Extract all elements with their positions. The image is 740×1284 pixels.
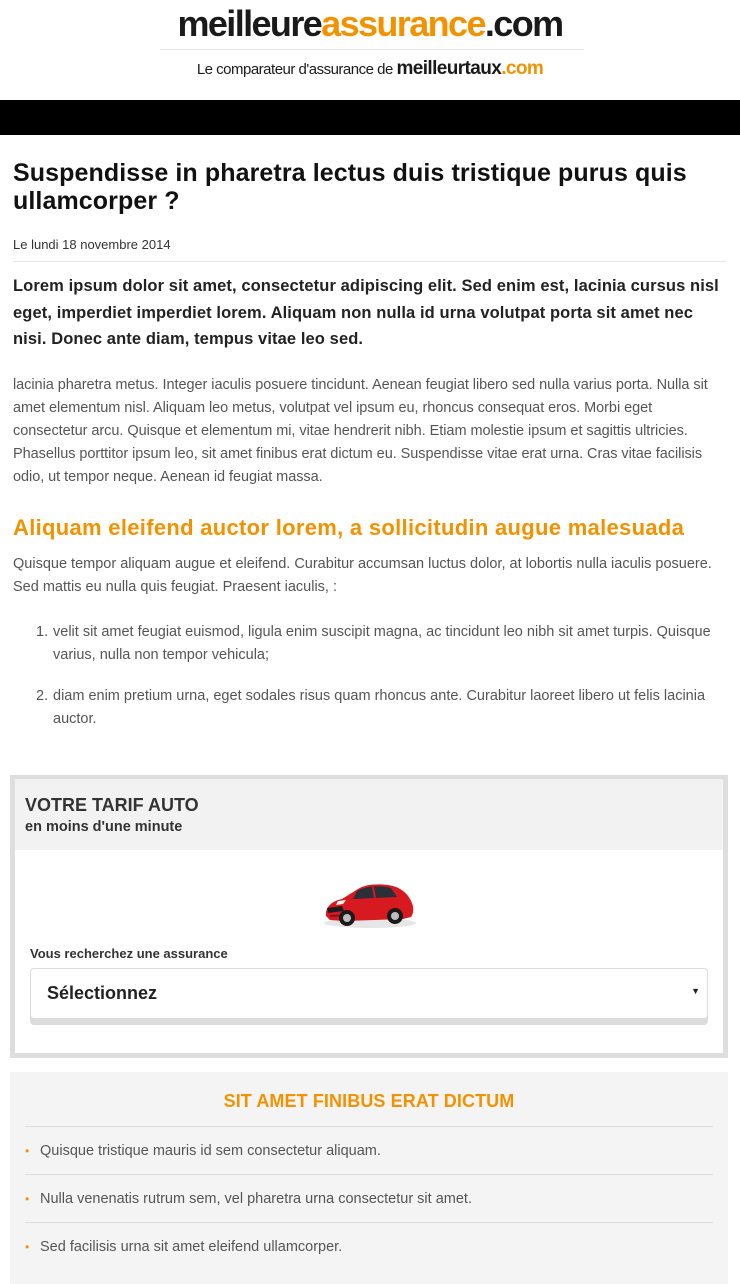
list-item-text: diam enim pretium urna, eget sodales ris… — [53, 687, 706, 727]
tarif-title: VOTRE TARIF AUTO — [25, 795, 199, 815]
tarif-widget: VOTRE TARIF AUTO en moins d'une minute V… — [10, 775, 728, 1058]
list-number: 2. — [36, 687, 49, 704]
bullet-icon: • — [25, 1144, 30, 1158]
list-item: • Nulla venenatis rutrum sem, vel pharetr… — [25, 1175, 713, 1223]
insurance-type-label: Vous recherchez une assurance — [30, 946, 228, 961]
list-item-text: Quisque tristique mauris id sem consecte… — [40, 1143, 381, 1159]
list-item: 2. diam enim pretium urna, eget sodales r… — [36, 685, 726, 731]
list-item: 1. velit sit amet feugiat euismod, ligula… — [36, 621, 726, 667]
insurance-type-select[interactable]: Sélectionnez ▼ — [30, 968, 708, 1019]
ordered-list: 1. velit sit amet feugiat euismod, ligula… — [13, 621, 726, 731]
list-item-text: velit sit amet feugiat euismod, ligula e… — [53, 623, 711, 663]
info-box-list: • Quisque tristique mauris id sem consect… — [25, 1126, 713, 1271]
tarif-body: Vous recherchez une assurance Sélectionn… — [15, 850, 723, 1053]
tagline-brand-1: meilleurtaux — [396, 58, 502, 79]
tagline-brand[interactable]: meilleurtaux.com — [396, 58, 543, 79]
list-item-text: Nulla venenatis rutrum sem, vel pharetra… — [40, 1191, 472, 1207]
car-icon — [324, 884, 416, 928]
article-title: Suspendisse in pharetra lectus duis tris… — [13, 159, 687, 215]
tarif-subtitle: en moins d'une minute — [25, 819, 183, 835]
logo-divider — [160, 49, 584, 50]
list-item: • Sed facilisis urna sit amet eleifend ul… — [25, 1223, 713, 1271]
logo-part-2: assurance — [321, 3, 486, 44]
tarif-header: VOTRE TARIF AUTO en moins d'une minute — [15, 779, 723, 850]
list-number: 1. — [36, 623, 49, 640]
article-paragraph-2: Quisque tempor aliquam augue et eleifend… — [13, 555, 712, 595]
article-subtitle: Aliquam eleifend auctor lorem, a sollici… — [13, 514, 685, 540]
tagline: Le comparateur d'assurance de meilleurta… — [0, 58, 740, 81]
bullet-icon: • — [25, 1192, 30, 1206]
list-item-text: Sed facilisis urna sit amet eleifend ull… — [40, 1239, 343, 1255]
nav-bar — [0, 100, 740, 135]
article-date: Le lundi 18 novembre 2014 — [13, 237, 726, 262]
tagline-brand-2: .com — [501, 58, 544, 79]
article-lead: Lorem ipsum dolor sit amet, consectetur … — [13, 277, 719, 348]
select-value: Sélectionnez — [47, 983, 158, 1003]
article: Suspendisse in pharetra lectus duis tris… — [0, 135, 740, 731]
logo-part-3: .com — [484, 3, 564, 44]
article-paragraph: lacinia pharetra metus. Integer iaculis … — [13, 376, 708, 486]
chevron-down-icon: ▼ — [691, 986, 700, 996]
bullet-icon: • — [25, 1240, 30, 1254]
site-header: meilleureassurance.com Le comparateur d'… — [0, 0, 740, 100]
tagline-text: Le comparateur d'assurance de — [196, 61, 397, 78]
logo-part-1: meilleure — [177, 3, 322, 44]
info-box-title: SIT AMET FINIBUS ERAT DICTUM — [223, 1091, 515, 1111]
info-box: SIT AMET FINIBUS ERAT DICTUM • Quisque tr… — [10, 1072, 728, 1284]
site-logo[interactable]: meilleureassurance.com — [0, 4, 740, 44]
list-item: • Quisque tristique mauris id sem consect… — [25, 1127, 713, 1175]
